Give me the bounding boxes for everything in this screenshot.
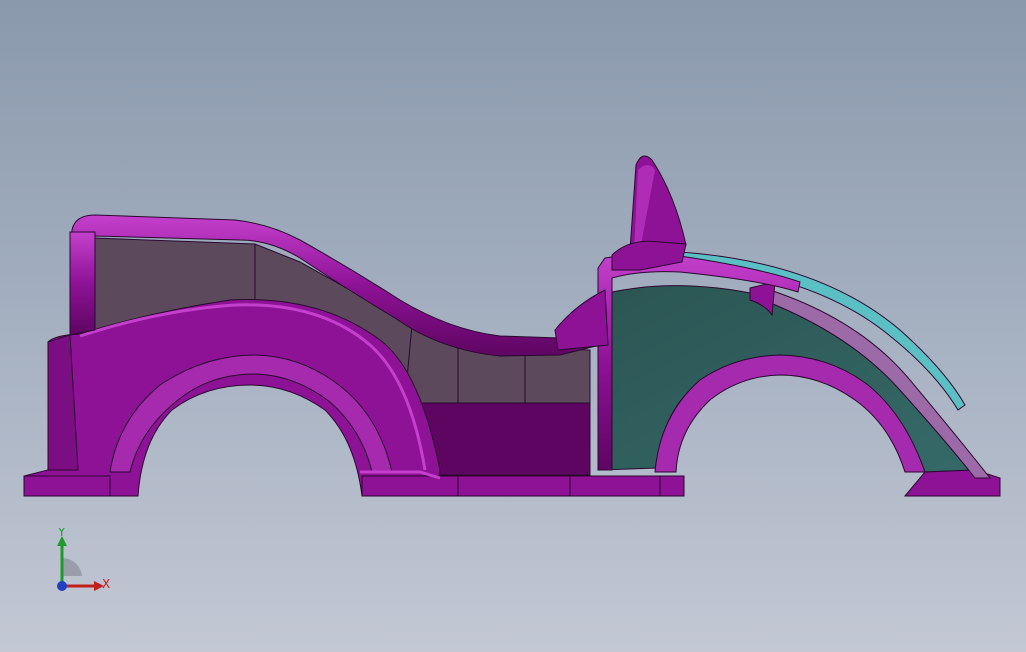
coordinate-triad: Y X — [57, 528, 110, 591]
x-axis-label: X — [102, 577, 110, 591]
bottom-sill — [23, 475, 111, 497]
rear-post — [69, 231, 96, 336]
seat-bump — [554, 289, 609, 351]
car-body-model[interactable] — [23, 155, 1001, 497]
3d-viewport[interactable] — [0, 0, 1026, 652]
triad-shade — [62, 557, 82, 576]
y-axis-label: Y — [57, 528, 66, 539]
front-hood-panel — [599, 285, 976, 473]
z-axis-dot — [57, 581, 67, 591]
